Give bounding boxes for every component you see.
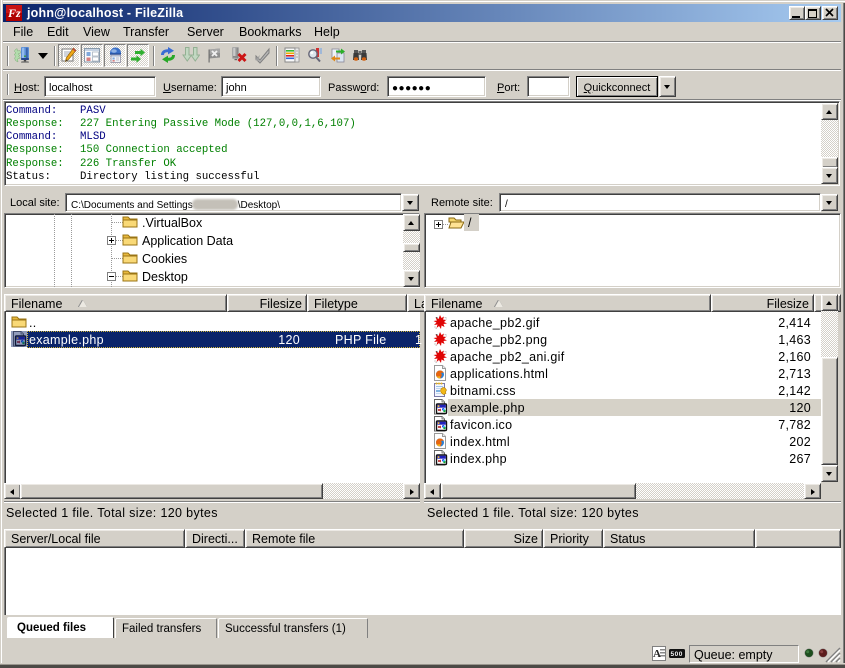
svg-text:Fz: Fz [7, 6, 21, 20]
svg-text:500: 500 [671, 651, 683, 658]
svg-text:A: A [653, 648, 661, 660]
